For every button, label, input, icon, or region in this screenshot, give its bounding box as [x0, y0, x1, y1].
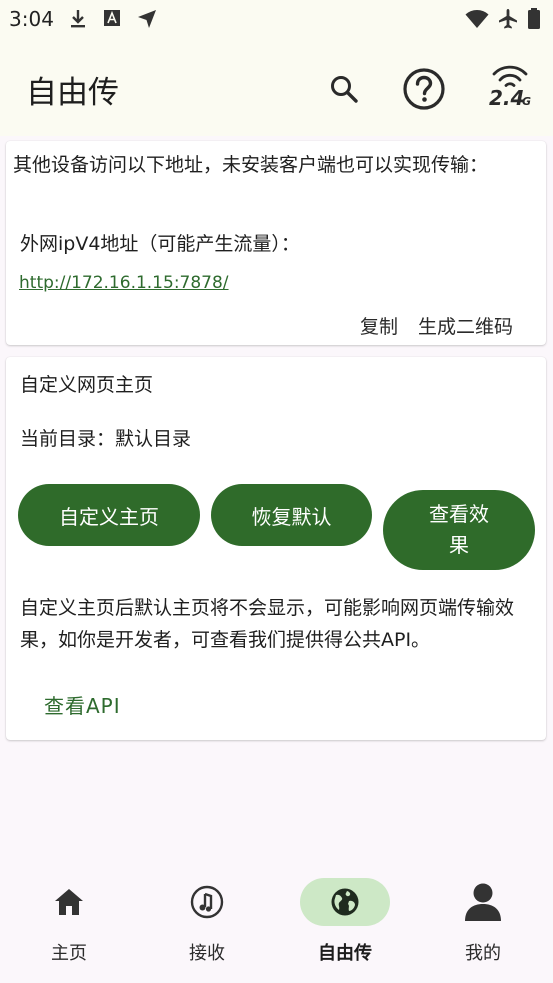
copy-button[interactable]: 复制 [360, 312, 398, 339]
status-icons-left [68, 8, 158, 30]
preview-button[interactable]: 查看效 果 [383, 490, 535, 570]
nav-item-mine[interactable]: 我的 [414, 858, 552, 983]
status-time: 3:04 [9, 7, 54, 31]
wifi-icon [465, 10, 489, 28]
bottom-navigation: 主页 接收 自由传 我的 [0, 858, 553, 983]
custom-homepage-label: 自定义主页 [59, 504, 159, 529]
search-icon [331, 76, 358, 103]
nav-icon-container [24, 878, 114, 926]
restore-default-label: 恢复默认 [251, 504, 332, 529]
wifi-band-unit: G [522, 95, 532, 108]
app-bar: 自由传 2.4 G [0, 40, 553, 136]
help-icon [403, 68, 445, 110]
globe-icon [331, 888, 359, 916]
page-title: 自由传 [26, 75, 119, 111]
view-api-link[interactable]: 查看API [44, 690, 121, 719]
nav-label-receive: 接收 [189, 943, 225, 964]
preview-label-line2: 果 [449, 533, 469, 557]
wifi-band-button[interactable]: 2.4 G [484, 65, 540, 113]
font-a-icon [104, 10, 120, 26]
download-icon [71, 10, 85, 28]
homepage-note: 自定义主页后默认主页将不会显示，可能影响网页端传输效果，如你是开发者，可查看我们… [20, 597, 515, 651]
airplane-icon [499, 9, 517, 29]
generate-qr-button[interactable]: 生成二维码 [418, 312, 513, 339]
access-url-link[interactable]: http://172.16.1.15:7878/ [19, 273, 229, 293]
current-directory: 当前目录：默认目录 [20, 428, 192, 450]
nav-item-home[interactable]: 主页 [0, 858, 138, 983]
nav-label-home: 主页 [51, 943, 87, 964]
homepage-card-title: 自定义网页主页 [20, 374, 154, 396]
home-icon [55, 889, 83, 915]
nav-item-receive[interactable]: 接收 [138, 858, 276, 983]
restore-default-button[interactable]: 恢复默认 [211, 484, 372, 546]
location-arrow-icon [138, 10, 156, 28]
music-note-icon [190, 885, 224, 919]
nav-icon-container [162, 878, 252, 926]
nav-icon-container [438, 878, 528, 926]
wifi-band-label: 2.4 [489, 86, 525, 110]
custom-homepage-card: 自定义网页主页 当前目录：默认目录 自定义主页 恢复默认 查看效 果 自定义主页… [6, 357, 546, 740]
wifi-2.4g-icon: 2.4 G [484, 65, 540, 113]
person-icon [465, 883, 501, 921]
custom-homepage-button[interactable]: 自定义主页 [18, 484, 200, 546]
access-description: 其他设备访问以下地址，未安装客户端也可以实现传输： [13, 154, 489, 176]
help-button[interactable] [400, 65, 448, 113]
nav-label-mine: 我的 [465, 943, 501, 964]
preview-label-line1: 查看效 [429, 502, 489, 526]
status-bar: 3:04 [0, 0, 553, 40]
access-address-card: 其他设备访问以下地址，未安装客户端也可以实现传输： 外网ipV4地址（可能产生流… [6, 141, 546, 345]
nav-item-freetransfer[interactable]: 自由传 [276, 858, 414, 983]
address-label: 外网ipV4地址（可能产生流量）： [20, 233, 300, 255]
nav-icon-container-active [300, 878, 390, 926]
status-icons-right [465, 8, 541, 30]
search-button[interactable] [320, 65, 368, 113]
nav-label-freetransfer: 自由传 [318, 943, 372, 964]
battery-icon [528, 8, 540, 29]
